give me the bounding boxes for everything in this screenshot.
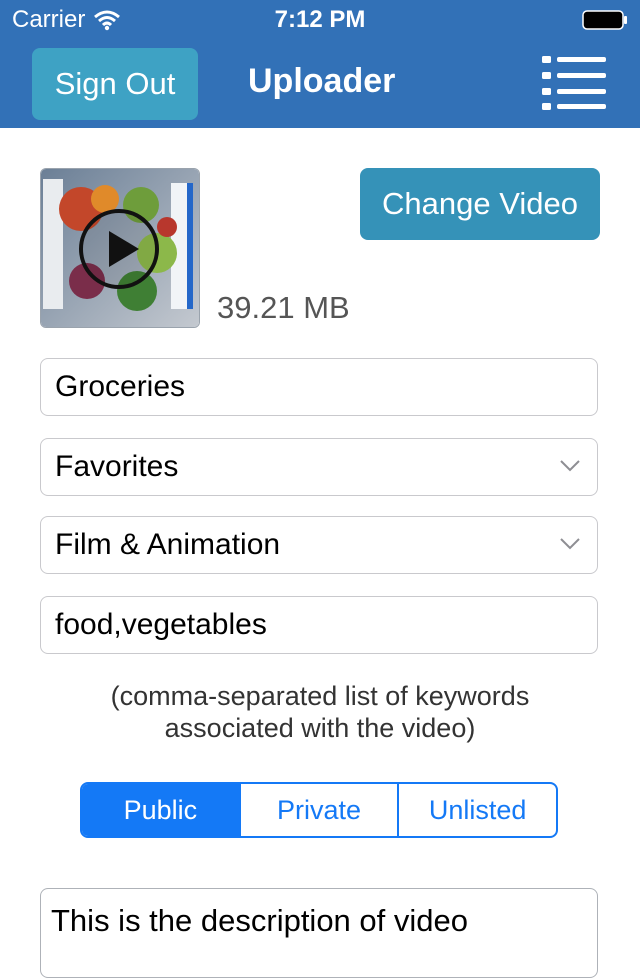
- title-input-value: Groceries: [55, 370, 186, 403]
- file-size-label: 39.21 MB: [217, 290, 350, 325]
- segment-unlisted[interactable]: Unlisted: [399, 784, 556, 836]
- playlist-select[interactable]: Favorites: [40, 438, 598, 496]
- segment-private[interactable]: Private: [241, 784, 400, 836]
- hamburger-list-icon[interactable]: [540, 54, 608, 112]
- chevron-down-icon: [560, 538, 580, 550]
- category-select-value: Film & Animation: [55, 528, 281, 561]
- title-input[interactable]: Groceries: [40, 358, 598, 416]
- playlist-select-value: Favorites: [55, 450, 179, 483]
- description-textarea[interactable]: This is the description of video: [40, 888, 598, 978]
- video-thumbnail[interactable]: [40, 168, 200, 328]
- keywords-input[interactable]: food,vegetables: [40, 596, 598, 654]
- keywords-hint-line-2: associated with the video): [164, 713, 476, 743]
- segment-public[interactable]: Public: [82, 784, 241, 836]
- description-value: This is the description of video: [51, 903, 468, 938]
- category-select[interactable]: Film & Animation: [40, 516, 598, 574]
- battery-icon: [582, 10, 627, 30]
- keywords-hint-line-1: (comma-separated list of keywords: [110, 681, 530, 711]
- change-video-button[interactable]: Change Video: [360, 168, 600, 240]
- keywords-input-value: food,vegetables: [55, 608, 267, 641]
- thumbnail-image: [41, 169, 199, 327]
- page-title: Uploader: [248, 62, 396, 100]
- sign-out-button[interactable]: Sign Out: [32, 48, 198, 120]
- status-time: 7:12 PM: [274, 6, 366, 33]
- keywords-hint: (comma-separated list of keywords associ…: [0, 680, 640, 744]
- navigation-bar: Carrier 7:12 PM Sign Out Uploader: [0, 0, 640, 128]
- privacy-segmented-control: Public Private Unlisted: [80, 782, 558, 838]
- chevron-down-icon: [560, 460, 580, 472]
